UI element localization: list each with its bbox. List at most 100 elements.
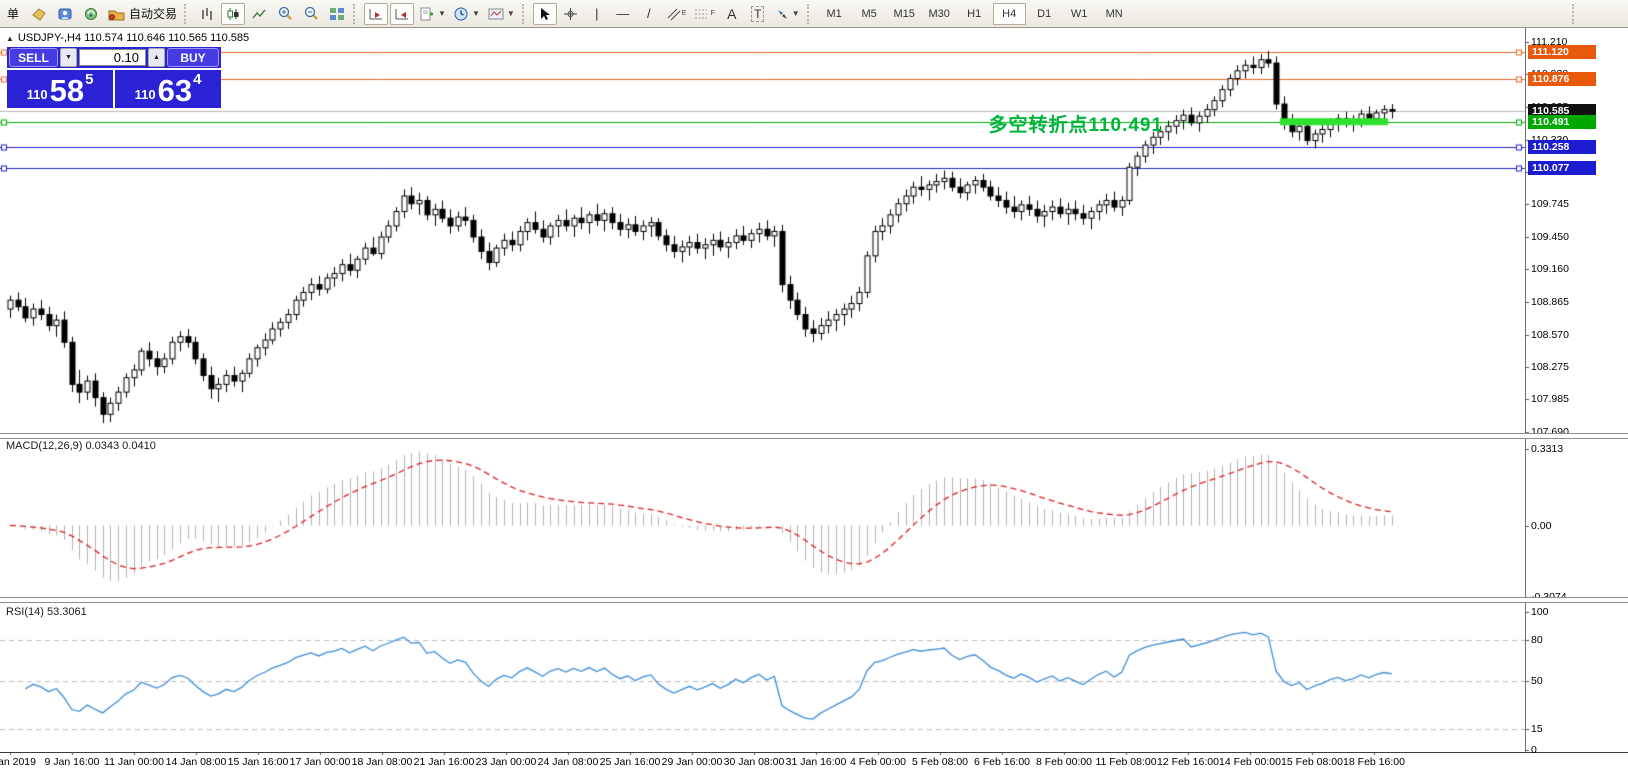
time-axis-label: 14 Jan 08:00 <box>166 756 227 768</box>
candlestick-chart-icon[interactable] <box>221 3 245 25</box>
tile-windows-icon[interactable] <box>325 3 349 25</box>
tag-icon[interactable] <box>27 3 51 25</box>
time-axis-label: 18 Feb 16:00 <box>1343 756 1405 768</box>
time-axis-label: 24 Jan 08:00 <box>538 756 599 768</box>
trendline-tool-icon[interactable]: / <box>637 3 661 25</box>
symbol-ohlc-text: USDJPY-,H4 110.574 110.646 110.565 110.5… <box>18 32 249 44</box>
zoom-in-icon[interactable] <box>273 3 297 25</box>
timeframe-button-mn[interactable]: MN <box>1098 3 1131 25</box>
timeframe-toolbar: M1M5M15M30H1H4D1W1MN <box>817 3 1132 25</box>
toolbar-separator <box>1572 4 1579 24</box>
time-axis-label: 5 Feb 08:00 <box>912 756 968 768</box>
toolbar-separator <box>522 4 529 24</box>
time-axis-label: 6 Feb 16:00 <box>974 756 1030 768</box>
time-axis-label: 18 Jan 08:00 <box>352 756 413 768</box>
timeframe-button-m30[interactable]: M30 <box>923 3 956 25</box>
vertical-line-tool-icon[interactable]: | <box>585 3 609 25</box>
chart-ohlc-header: ▲ USDJPY-,H4 110.574 110.646 110.565 110.… <box>6 32 249 44</box>
time-axis-label: 4 Feb 00:00 <box>850 756 906 768</box>
chart-shift-icon[interactable] <box>390 3 414 25</box>
template-icon <box>488 7 504 21</box>
timeframe-button-h1[interactable]: H1 <box>958 3 991 25</box>
chevron-down-icon: ▼ <box>472 9 480 18</box>
auto-scroll-icon[interactable] <box>364 3 388 25</box>
time-axis-label: 29 Jan 00:00 <box>662 756 723 768</box>
timeframe-button-m5[interactable]: M5 <box>853 3 886 25</box>
templates-button[interactable]: ▼ <box>485 3 518 25</box>
chevron-down-icon: ▼ <box>507 9 515 18</box>
chevron-down-icon: ▼ <box>438 9 446 18</box>
price-level-badge: 111.120 <box>1528 45 1596 59</box>
timeframe-button-d1[interactable]: D1 <box>1028 3 1061 25</box>
toolbar-separator <box>184 4 191 24</box>
text-label-tool-icon[interactable]: T <box>746 3 770 25</box>
price-axis-tick-label: 109.450 <box>1531 231 1569 243</box>
channel-tool-icon[interactable]: E <box>663 3 690 25</box>
rsi-axis-tick-label: 80 <box>1531 634 1543 646</box>
fibo-sub-label: F <box>710 10 714 17</box>
price-level-badge: 110.077 <box>1528 161 1596 175</box>
price-axis-line[interactable] <box>1525 28 1526 752</box>
indicators-button[interactable]: ▼ <box>416 3 449 25</box>
ask-quote-button[interactable]: 110 63 4 <box>115 70 221 108</box>
periods-button[interactable]: ▼ <box>451 3 483 25</box>
crosshair-tool-icon[interactable] <box>559 3 583 25</box>
timeframe-button-m1[interactable]: M1 <box>818 3 851 25</box>
cursor-tool-icon[interactable] <box>533 3 557 25</box>
time-axis-line[interactable] <box>0 752 1628 753</box>
horizontal-line-tool-icon[interactable]: — <box>611 3 635 25</box>
volume-increase-button[interactable]: ▲ <box>148 48 165 67</box>
price-level-badge: 110.876 <box>1528 72 1596 86</box>
autotrading-button[interactable]: 自动交易 <box>105 3 180 25</box>
one-click-trading-panel: SELL ▼ 0.10 ▲ BUY 110 58 5 110 63 4 <box>7 47 221 108</box>
price-axis-tick-label: 108.275 <box>1531 361 1569 373</box>
one-click-top-row: SELL ▼ 0.10 ▲ BUY <box>7 47 221 68</box>
bid-quote-button[interactable]: 110 58 5 <box>7 70 113 108</box>
rsi-label: RSI(14) 53.3061 <box>6 606 87 618</box>
price-axis-tick-label: 108.865 <box>1531 296 1569 308</box>
profiles-icon[interactable] <box>53 3 77 25</box>
volume-decrease-button[interactable]: ▼ <box>60 48 77 67</box>
mt4-window: 单 自动交易 <box>0 0 1628 776</box>
time-axis-label: 8 Jan 2019 <box>0 756 36 768</box>
time-axis-label: 23 Jan 00:00 <box>476 756 537 768</box>
timeframe-button-m15[interactable]: M15 <box>888 3 921 25</box>
text-tool-icon[interactable]: A <box>720 3 744 25</box>
add-indicator-icon <box>419 7 435 21</box>
toolbar-separator <box>353 4 360 24</box>
time-axis-label: 21 Jan 16:00 <box>414 756 475 768</box>
market-signal-icon[interactable] <box>79 3 103 25</box>
new-order-label: 单 <box>7 5 19 22</box>
fibonacci-tool-icon[interactable]: F <box>691 3 717 25</box>
panel-splitter-macd[interactable] <box>0 433 1628 439</box>
panel-splitter-rsi[interactable] <box>0 597 1628 603</box>
macd-label: MACD(12,26,9) 0.0343 0.0410 <box>6 440 156 452</box>
price-axis-tick-label: 107.985 <box>1531 393 1569 405</box>
rsi-axis-tick-label: 50 <box>1531 675 1543 687</box>
price-level-badge: 110.258 <box>1528 140 1596 154</box>
new-order-button[interactable]: 单 <box>1 3 25 25</box>
bar-chart-icon[interactable] <box>195 3 219 25</box>
clock-icon <box>454 7 469 21</box>
rsi-axis-tick-label: 0 <box>1531 744 1537 756</box>
bid-big-digits: 58 <box>50 76 84 106</box>
collapse-panel-arrow-icon[interactable]: ▲ <box>6 34 14 43</box>
time-axis-label: 25 Jan 16:00 <box>600 756 661 768</box>
sell-button[interactable]: SELL <box>9 48 58 67</box>
timeframe-button-h4[interactable]: H4 <box>993 3 1026 25</box>
bid-pip-digit: 5 <box>85 71 93 88</box>
time-axis-label: 11 Jan 00:00 <box>104 756 164 768</box>
zoom-out-icon[interactable] <box>299 3 323 25</box>
price-axis-tick-label: 109.160 <box>1531 263 1569 275</box>
line-chart-icon[interactable] <box>247 3 271 25</box>
time-axis-label: 14 Feb 00:00 <box>1219 756 1281 768</box>
volume-input[interactable]: 0.10 <box>79 49 146 66</box>
time-axis-label: 9 Jan 16:00 <box>45 756 100 768</box>
channel-sub-label: E <box>682 10 687 17</box>
arrows-tool-button[interactable]: ▼ <box>772 3 803 25</box>
chevron-down-icon: ▼ <box>792 9 800 18</box>
buy-button[interactable]: BUY <box>167 48 219 67</box>
timeframe-button-w1[interactable]: W1 <box>1063 3 1096 25</box>
chart-canvas[interactable] <box>0 0 1628 776</box>
chart-text-annotation[interactable]: 多空转折点110.491 <box>988 110 1163 137</box>
